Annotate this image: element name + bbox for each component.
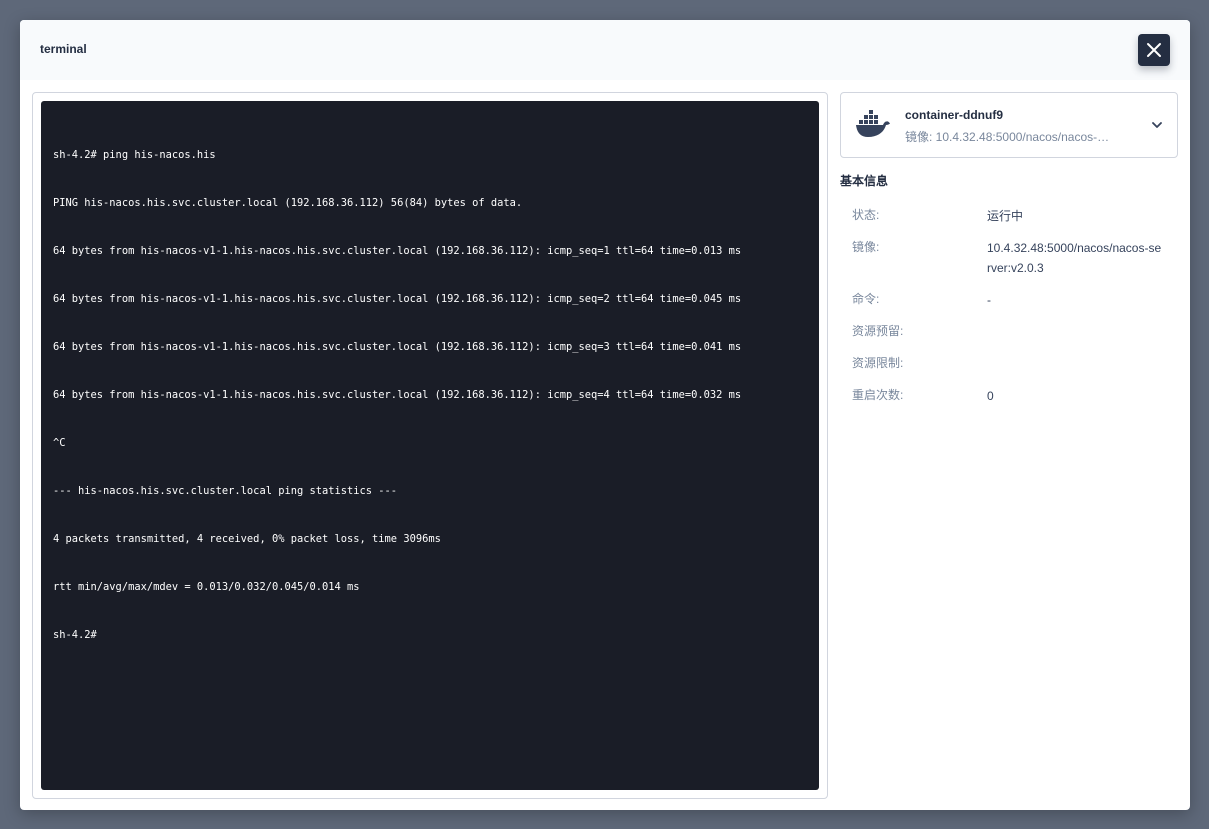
info-label: 重启次数:	[852, 388, 904, 402]
info-value: 0	[987, 389, 994, 403]
info-row-restart-count: 重启次数: 0	[852, 384, 1172, 416]
info-value: 运行中	[987, 209, 1024, 223]
basic-info-list: 状态: 运行中 镜像: 10.4.32.48:5000/nacos/nacos-…	[852, 204, 1172, 416]
terminal-prompt-line: sh-4.2#	[53, 629, 104, 641]
info-row-command: 命令: -	[852, 288, 1172, 320]
info-row-status: 状态: 运行中	[852, 204, 1172, 236]
info-label: 资源预留:	[852, 324, 904, 338]
terminal-line: PING his-nacos.his.svc.cluster.local (19…	[53, 197, 523, 209]
terminal-screen[interactable]: sh-4.2# ping his-nacos.his PING his-naco…	[41, 101, 819, 790]
chevron-down-icon	[1152, 122, 1162, 128]
terminal-line: rtt min/avg/max/mdev = 0.013/0.032/0.045…	[53, 581, 360, 593]
terminal-line: --- his-nacos.his.svc.cluster.local ping…	[53, 485, 398, 497]
terminal-line: 64 bytes from his-nacos-v1-1.his-nacos.h…	[53, 389, 742, 401]
info-label: 状态:	[852, 208, 880, 222]
terminal-modal: terminal sh-4.2# ping his-nacos.his PING…	[20, 20, 1190, 810]
close-button[interactable]	[1138, 34, 1170, 66]
info-row-image: 镜像: 10.4.32.48:5000/nacos/nacos-server:v…	[852, 236, 1172, 288]
info-value	[987, 352, 1162, 354]
container-image-summary: 镜像: 10.4.32.48:5000/nacos/nacos-server:v…	[905, 130, 1115, 144]
info-value: -	[987, 293, 991, 307]
info-label: 资源限制:	[852, 356, 904, 370]
container-name: container-ddnuf9	[905, 108, 1003, 122]
info-row-resource-request: 资源预留:	[852, 320, 1172, 352]
modal-header: terminal	[20, 20, 1190, 80]
terminal-line: 64 bytes from his-nacos-v1-1.his-nacos.h…	[53, 245, 742, 257]
terminal-line: 64 bytes from his-nacos-v1-1.his-nacos.h…	[53, 341, 742, 353]
info-label: 镜像:	[852, 240, 880, 254]
terminal-output: sh-4.2# ping his-nacos.his PING his-naco…	[53, 115, 741, 675]
info-row-resource-limit: 资源限制:	[852, 352, 1172, 384]
terminal-line: 64 bytes from his-nacos-v1-1.his-nacos.h…	[53, 293, 742, 305]
basic-info-title: 基本信息	[840, 174, 889, 188]
info-value	[987, 320, 1162, 322]
terminal-line: ^C	[53, 437, 66, 449]
close-icon	[1147, 43, 1161, 57]
info-label: 命令:	[852, 292, 880, 306]
container-selector[interactable]: container-ddnuf9 镜像: 10.4.32.48:5000/nac…	[840, 92, 1178, 158]
docker-icon	[856, 110, 890, 137]
terminal-line: 4 packets transmitted, 4 received, 0% pa…	[53, 533, 441, 545]
info-value: 10.4.32.48:5000/nacos/nacos-server:v2.0.…	[987, 241, 1162, 275]
terminal-line: sh-4.2# ping his-nacos.his	[53, 149, 216, 161]
terminal-panel: sh-4.2# ping his-nacos.his PING his-naco…	[32, 92, 828, 799]
modal-title: terminal	[40, 42, 87, 56]
